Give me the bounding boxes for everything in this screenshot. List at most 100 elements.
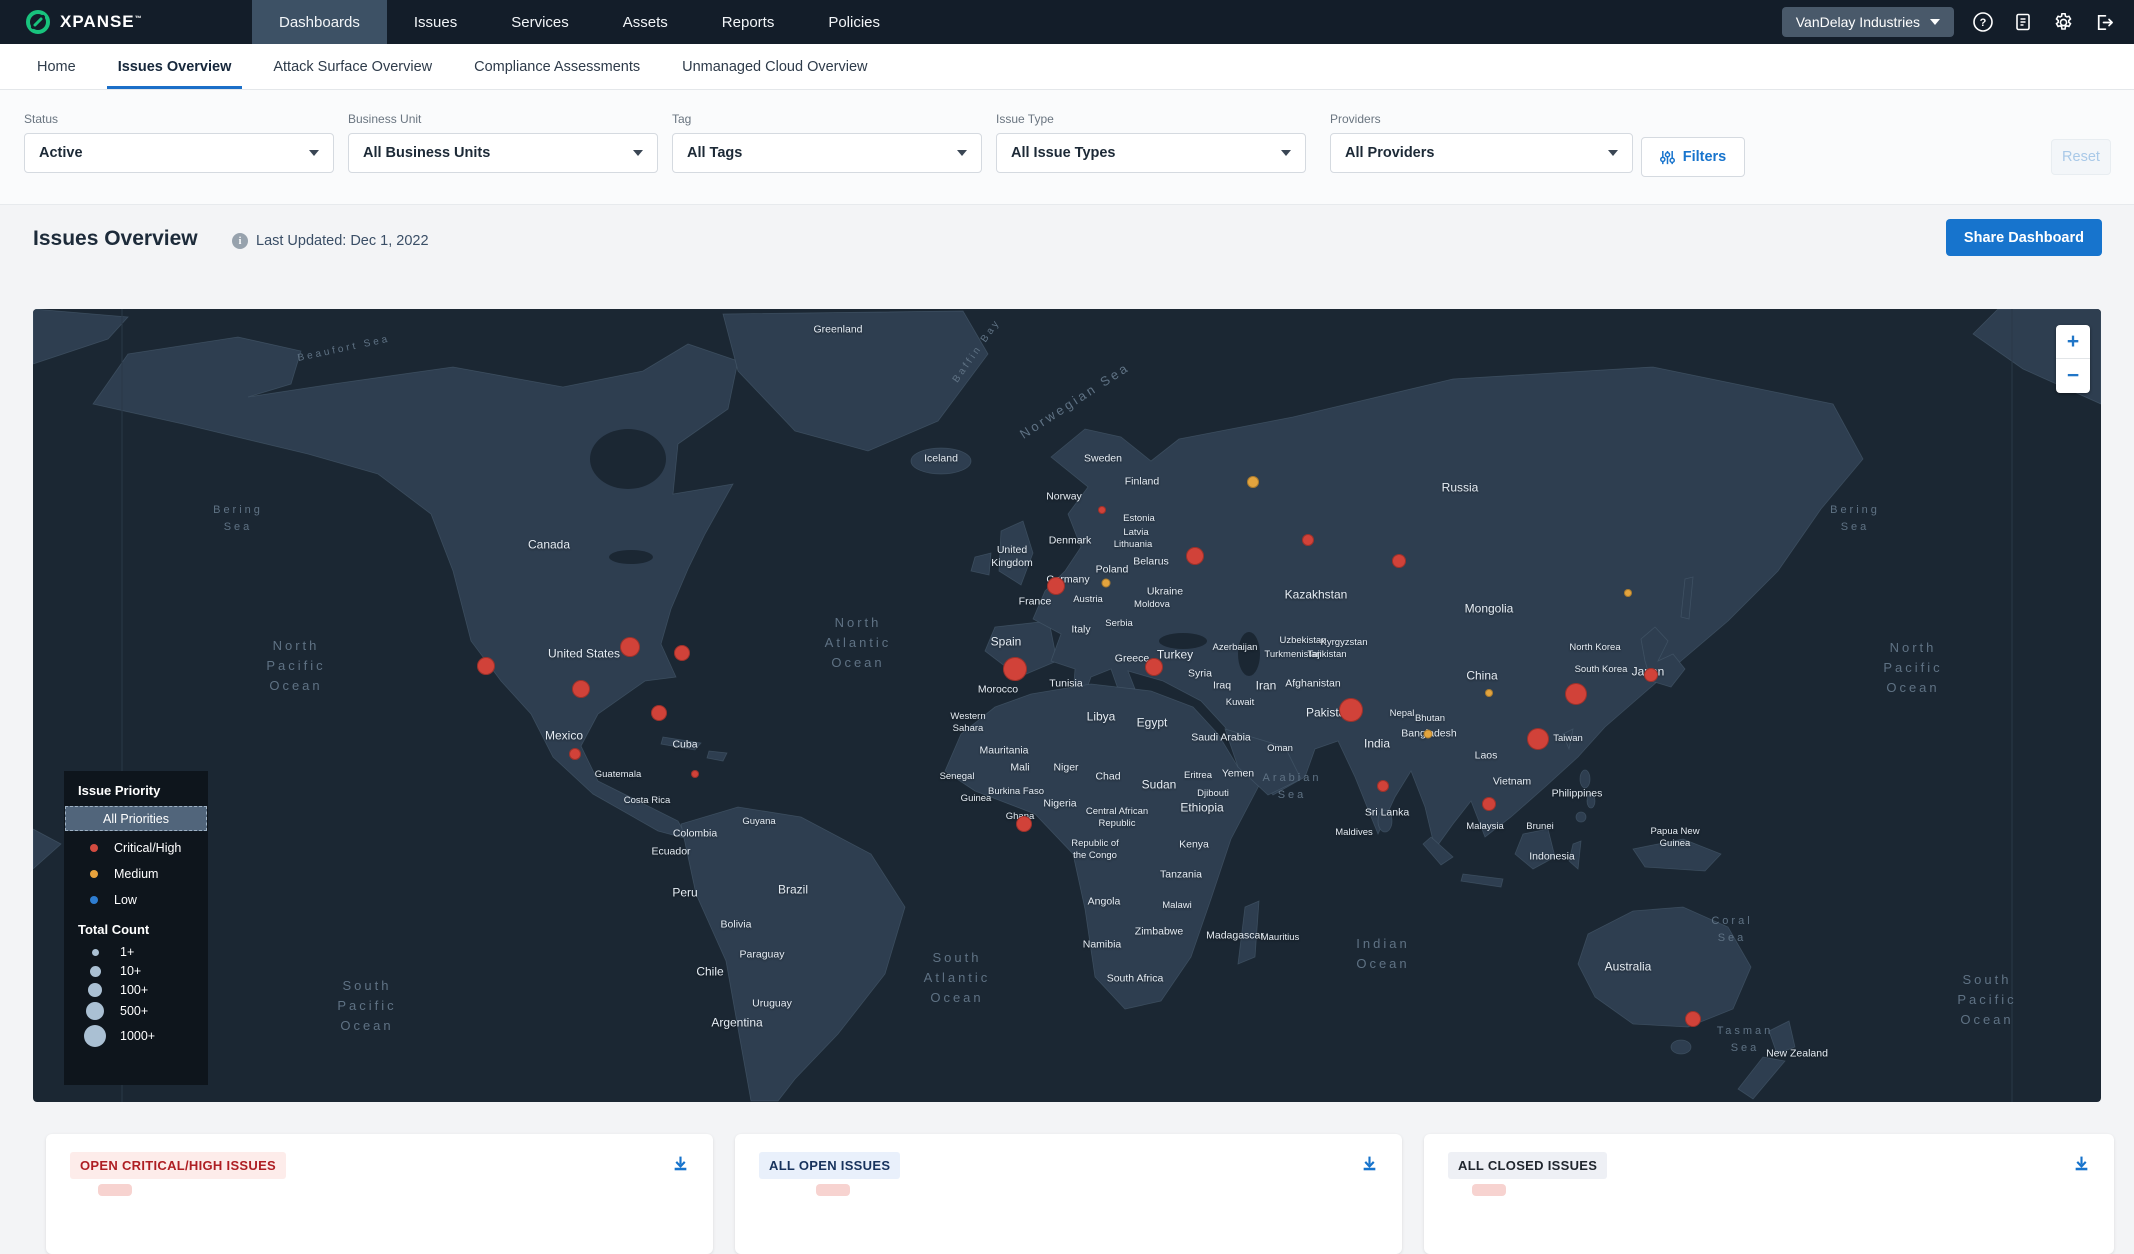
priority-label: Low (114, 893, 137, 907)
filters-button[interactable]: Filters (1641, 137, 1745, 177)
tab-home[interactable]: Home (16, 44, 97, 89)
download-icon[interactable] (1361, 1155, 1378, 1177)
issue-marker-critical[interactable] (477, 657, 495, 675)
count-circle-wrap (82, 1002, 108, 1020)
top-nav: XPANSE™ DashboardsIssuesServicesAssetsRe… (0, 0, 2134, 44)
issue-marker-medium[interactable] (1247, 476, 1259, 488)
issue-marker-critical[interactable] (674, 645, 690, 661)
issue-marker-critical[interactable] (1145, 658, 1163, 676)
filter-field-business-unit: Business UnitAll Business Units (348, 112, 658, 173)
share-dashboard-button[interactable]: Share Dashboard (1946, 219, 2102, 256)
issue-marker-critical[interactable] (1685, 1011, 1701, 1027)
nav-item-issues[interactable]: Issues (387, 0, 484, 44)
filter-field-providers: ProvidersAll Providers (1330, 112, 1633, 173)
filter-value: All Business Units (363, 145, 490, 161)
issue-marker-critical[interactable] (1186, 547, 1204, 565)
issues-table-card-critical: OPEN CRITICAL/HIGH ISSUES (46, 1134, 713, 1254)
info-icon[interactable]: i (232, 233, 248, 249)
issue-marker-critical[interactable] (1047, 577, 1065, 595)
tab-attack-surface-overview[interactable]: Attack Surface Overview (252, 44, 453, 89)
priority-label: Medium (114, 867, 158, 881)
filter-label: Status (24, 112, 334, 126)
card-title-chip: ALL CLOSED ISSUES (1448, 1152, 1607, 1179)
nav-item-services[interactable]: Services (484, 0, 596, 44)
legend-count-1000plus: 1000+ (64, 1025, 208, 1047)
count-circle (86, 1002, 104, 1020)
reset-button[interactable]: Reset (2051, 139, 2111, 175)
count-label: 1+ (120, 945, 134, 959)
issue-marker-critical[interactable] (572, 680, 590, 698)
card-header: ALL CLOSED ISSUES (1448, 1152, 2090, 1179)
dashboard-tab-bar: HomeIssues OverviewAttack Surface Overvi… (0, 44, 2134, 90)
account-switcher[interactable]: VanDelay Industries (1782, 7, 1954, 37)
issue-marker-medium[interactable] (1102, 579, 1111, 588)
brand: XPANSE™ (0, 0, 252, 44)
issue-marker-critical[interactable] (1377, 780, 1389, 792)
issue-marker-medium[interactable] (1485, 689, 1493, 697)
release-notes-icon[interactable] (2012, 11, 2034, 33)
issue-marker-critical[interactable] (1392, 554, 1406, 568)
filter-select-business-unit[interactable]: All Business Units (348, 133, 658, 173)
issue-marker-critical[interactable] (1565, 683, 1587, 705)
nav-item-assets[interactable]: Assets (596, 0, 695, 44)
filter-select-tag[interactable]: All Tags (672, 133, 982, 173)
filter-value: All Tags (687, 145, 742, 161)
issue-marker-critical[interactable] (651, 705, 667, 721)
chevron-down-icon (957, 150, 967, 156)
help-icon[interactable]: ? (1972, 11, 1994, 33)
count-label: 1000+ (120, 1029, 155, 1043)
download-icon[interactable] (2073, 1155, 2090, 1177)
tab-unmanaged-cloud-overview[interactable]: Unmanaged Cloud Overview (661, 44, 888, 89)
issue-marker-critical[interactable] (691, 770, 699, 778)
nav-item-dashboards[interactable]: Dashboards (252, 0, 387, 44)
priority-label: Critical/High (114, 841, 181, 855)
card-header: ALL OPEN ISSUES (759, 1152, 1378, 1179)
nav-item-policies[interactable]: Policies (801, 0, 907, 44)
logout-icon[interactable] (2092, 11, 2114, 33)
filter-select-issue-type[interactable]: All Issue Types (996, 133, 1306, 173)
nav-item-reports[interactable]: Reports (695, 0, 802, 44)
issue-marker-critical[interactable] (569, 748, 581, 760)
download-icon[interactable] (672, 1155, 689, 1177)
legend-priority-medium[interactable]: Medium (64, 861, 208, 887)
tab-compliance-assessments[interactable]: Compliance Assessments (453, 44, 661, 89)
priority-dot (90, 870, 98, 878)
count-label: 10+ (120, 964, 141, 978)
count-circle (84, 1025, 106, 1047)
legend-count-100plus: 100+ (64, 983, 208, 997)
svg-text:?: ? (1980, 17, 1987, 29)
issue-marker-critical[interactable] (1339, 698, 1363, 722)
legend-priority-low[interactable]: Low (64, 887, 208, 913)
filter-select-status[interactable]: Active (24, 133, 334, 173)
issue-marker-critical[interactable] (1482, 797, 1496, 811)
issue-marker-critical[interactable] (1098, 506, 1106, 514)
issue-marker-critical[interactable] (620, 637, 640, 657)
count-circle (92, 949, 99, 956)
tab-issues-overview[interactable]: Issues Overview (97, 44, 253, 89)
card-title-chip: OPEN CRITICAL/HIGH ISSUES (70, 1152, 286, 1179)
filter-label: Tag (672, 112, 982, 126)
settings-icon[interactable] (2052, 11, 2074, 33)
issue-marker-critical[interactable] (1016, 816, 1032, 832)
issue-marker-critical[interactable] (1302, 534, 1314, 546)
filter-select-providers[interactable]: All Providers (1330, 133, 1633, 173)
map-zoom-control: + − (2056, 325, 2090, 393)
issue-marker-critical[interactable] (1527, 728, 1549, 750)
issue-marker-medium[interactable] (1424, 730, 1433, 739)
zoom-out-button[interactable]: − (2056, 359, 2090, 393)
zoom-in-button[interactable]: + (2056, 325, 2090, 359)
card-header: OPEN CRITICAL/HIGH ISSUES (70, 1152, 689, 1179)
top-nav-right: VanDelay Industries ? (1782, 0, 2134, 44)
issues-world-map[interactable]: North Pacific OceanNorth Atlantic OceanS… (33, 309, 2101, 1102)
last-updated-text: Last Updated: Dec 1, 2022 (256, 233, 429, 249)
legend-count-10plus: 10+ (64, 964, 208, 978)
issues-table-card-open: ALL OPEN ISSUES (735, 1134, 1402, 1254)
legend-priority-critical-high[interactable]: Critical/High (64, 835, 208, 861)
issue-marker-critical[interactable] (1644, 668, 1658, 682)
issue-marker-medium[interactable] (1624, 589, 1632, 597)
legend-all-priorities[interactable]: All Priorities (65, 806, 207, 831)
count-circle (90, 966, 101, 977)
issue-marker-critical[interactable] (1003, 657, 1027, 681)
filter-label: Issue Type (996, 112, 1306, 126)
priority-dot (90, 844, 98, 852)
